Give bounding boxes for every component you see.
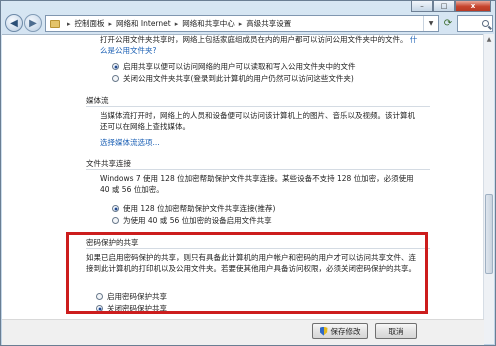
public-folder-description: 打开公用文件夹共享时，网络上包括家庭组成员在内的用户都可以访问公用文件夹中的文件… — [100, 35, 418, 55]
password-sharing-highlight-box — [66, 232, 428, 314]
dialog-footer: 保存修改 取消 — [2, 319, 484, 345]
search-input[interactable] — [457, 15, 493, 32]
breadcrumb-advanced-sharing[interactable]: 高级共享设置 — [246, 18, 291, 29]
minimize-button[interactable]: – — [411, 1, 433, 12]
public-folder-option-on[interactable]: 启用共享以便可以访问网络的用户可以读取和写入公用文件夹中的文件 — [112, 61, 356, 72]
media-streaming-options-link[interactable]: 选择媒体流选项... — [100, 138, 422, 149]
radio-button-selected[interactable] — [112, 205, 119, 212]
scroll-thumb[interactable] — [485, 194, 493, 274]
breadcrumb-network-sharing-center[interactable]: 网络和共享中心 — [182, 18, 235, 29]
section-divider — [86, 169, 430, 170]
file-sharing-description: Windows 7 使用 128 位加密帮助保护文件共享连接。某些设备不支持 1… — [100, 174, 414, 194]
radio-button[interactable] — [112, 75, 119, 82]
close-button[interactable]: x — [455, 1, 491, 12]
scroll-up-icon[interactable]: ▲ — [484, 34, 494, 44]
search-icon — [482, 20, 489, 27]
chevron-right-icon[interactable]: ▸ — [67, 20, 71, 28]
forward-button[interactable]: ▶ — [24, 14, 42, 32]
breadcrumb-control-panel[interactable]: 控制面板 — [75, 18, 105, 29]
chevron-right-icon[interactable]: ▸ — [109, 20, 113, 28]
refresh-button[interactable]: ⟳ — [441, 15, 455, 32]
media-streaming-description: 当媒体流打开时，网络上的人员和设备便可以访问该计算机上的图片、音乐以及视频。该计… — [100, 111, 415, 131]
address-bar[interactable]: ▸ 控制面板 ▸ 网络和 Internet ▸ 网络和共享中心 ▸ 高级共享设置… — [45, 15, 439, 32]
public-folder-option-off[interactable]: 关闭公用文件夹共享(登录到此计算机的用户仍然可以访问这些文件夹) — [112, 73, 354, 84]
file-sharing-heading: 文件共享连接 — [86, 159, 131, 168]
media-streaming-heading: 媒体流 — [86, 96, 109, 105]
back-button[interactable]: ◀ — [5, 14, 23, 32]
control-panel-icon — [50, 19, 60, 28]
section-divider — [86, 106, 430, 107]
vertical-scrollbar[interactable]: ▲ — [483, 34, 494, 344]
chevron-down-icon[interactable]: ▼ — [423, 16, 438, 31]
navigation-bar: ◀ ▶ ▸ 控制面板 ▸ 网络和 Internet ▸ 网络和共享中心 ▸ 高级… — [1, 13, 496, 35]
arrow-right-icon: ▶ — [29, 17, 37, 29]
encryption-40-56-option[interactable]: 为使用 40 或 56 位加密的设备启用文件共享 — [112, 215, 272, 226]
chevron-right-icon[interactable]: ▸ — [239, 20, 243, 28]
chevron-right-icon[interactable]: ▸ — [175, 20, 179, 28]
encryption-128-option[interactable]: 使用 128 位加密帮助保护文件共享连接(推荐) — [112, 203, 275, 214]
radio-button-selected[interactable] — [112, 63, 119, 70]
uac-shield-icon — [319, 326, 328, 336]
save-changes-button[interactable]: 保存修改 — [312, 323, 368, 339]
breadcrumb-network-internet[interactable]: 网络和 Internet — [116, 18, 171, 29]
radio-button[interactable] — [112, 217, 119, 224]
refresh-icon: ⟳ — [443, 18, 453, 29]
cancel-button[interactable]: 取消 — [375, 323, 417, 339]
window-controls: – □ x — [411, 1, 491, 13]
maximize-button[interactable]: □ — [433, 1, 455, 12]
arrow-left-icon: ◀ — [10, 17, 18, 29]
